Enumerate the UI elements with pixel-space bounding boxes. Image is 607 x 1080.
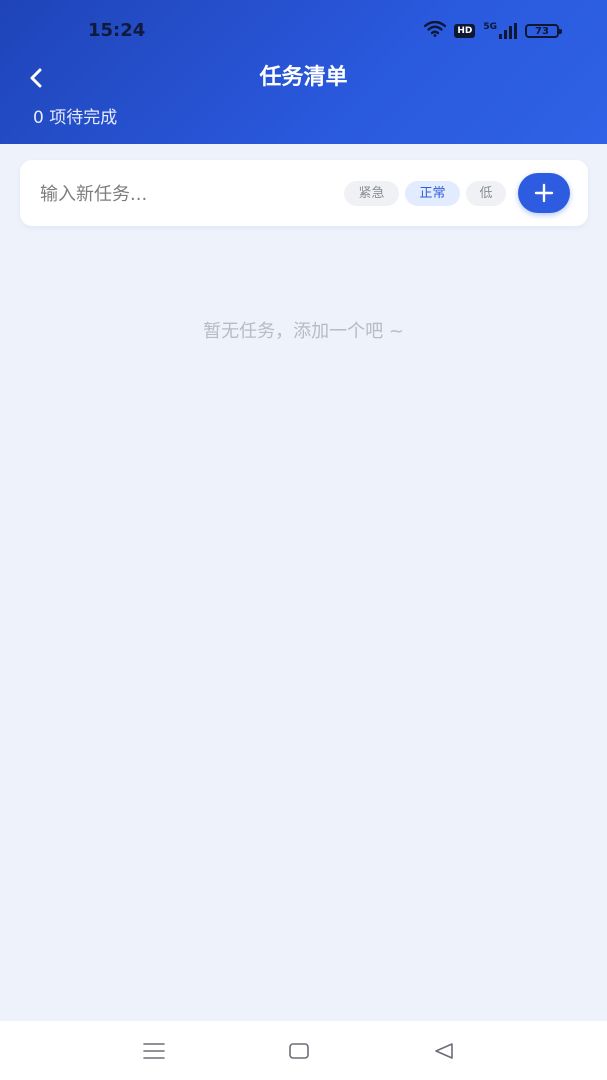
battery-icon: 73 <box>525 24 562 38</box>
menu-icon <box>143 1043 165 1059</box>
empty-state-message: 暂无任务，添加一个吧 ~ <box>203 321 404 342</box>
system-nav-bar <box>0 1021 607 1080</box>
back-triangle-icon <box>435 1043 453 1059</box>
app-header: 15:24 HD 5G 73 任务清单 0 项待完成 <box>0 0 607 144</box>
signal-5g-icon: 5G <box>483 23 517 39</box>
task-input[interactable] <box>38 173 342 215</box>
home-icon <box>289 1043 309 1059</box>
status-bar: 15:24 HD 5G 73 <box>0 0 607 62</box>
nav-home-button[interactable] <box>279 1035 319 1067</box>
nav-menu-button[interactable] <box>134 1035 174 1067</box>
priority-chip-low[interactable]: 低 <box>466 181 506 206</box>
add-task-button[interactable] <box>518 173 570 213</box>
network-label: 5G <box>483 22 497 32</box>
wifi-icon <box>424 20 447 41</box>
hd-icon: HD <box>454 24 476 38</box>
battery-level: 73 <box>535 25 549 37</box>
priority-chip-urgent[interactable]: 紧急 <box>344 181 399 206</box>
pending-count: 0 项待完成 <box>33 108 118 128</box>
plus-icon <box>534 183 554 203</box>
page-title: 任务清单 <box>259 65 348 90</box>
priority-chip-normal[interactable]: 正常 <box>405 181 460 206</box>
nav-back-button[interactable] <box>424 1035 464 1067</box>
status-time: 15:24 <box>88 20 146 41</box>
status-icons: HD 5G 73 <box>424 20 562 42</box>
